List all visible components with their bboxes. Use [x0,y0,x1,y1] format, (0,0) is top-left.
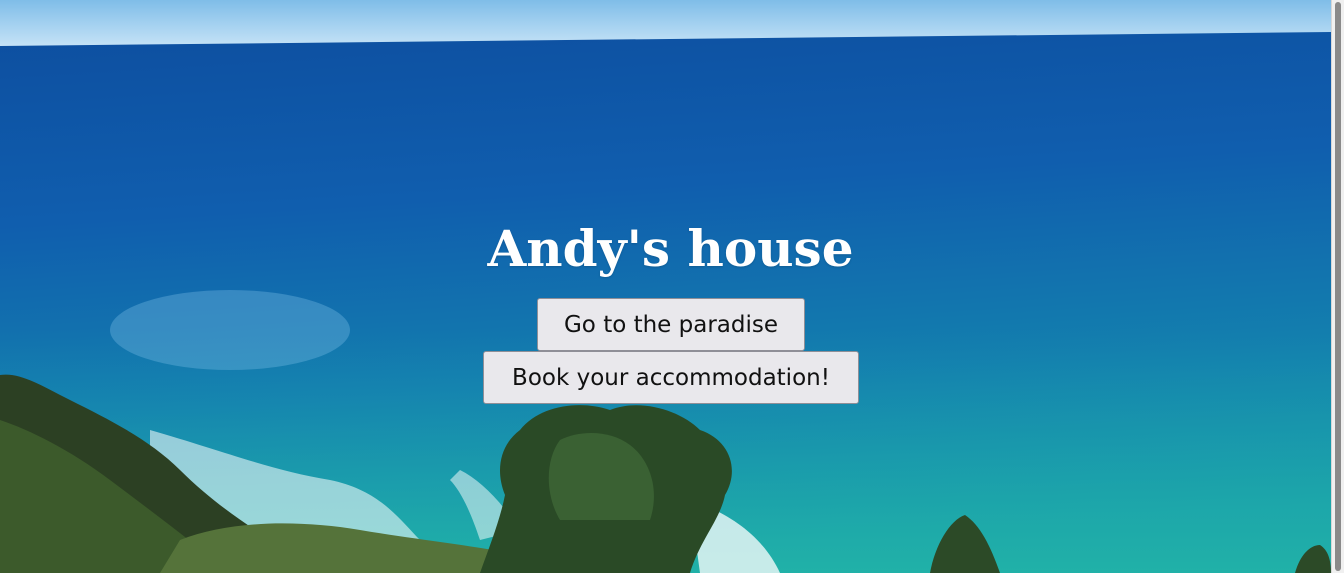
hero-content: Andy's house Go to the paradise Book you… [0,0,1341,573]
vertical-scrollbar[interactable] [1331,0,1344,573]
page-viewport: Andy's house Go to the paradise Book you… [0,0,1344,573]
page-title: Andy's house [487,219,854,278]
scrollbar-thumb[interactable] [1335,2,1341,571]
go-to-paradise-button[interactable]: Go to the paradise [537,298,805,351]
book-accommodation-button[interactable]: Book your accommodation! [483,351,859,404]
